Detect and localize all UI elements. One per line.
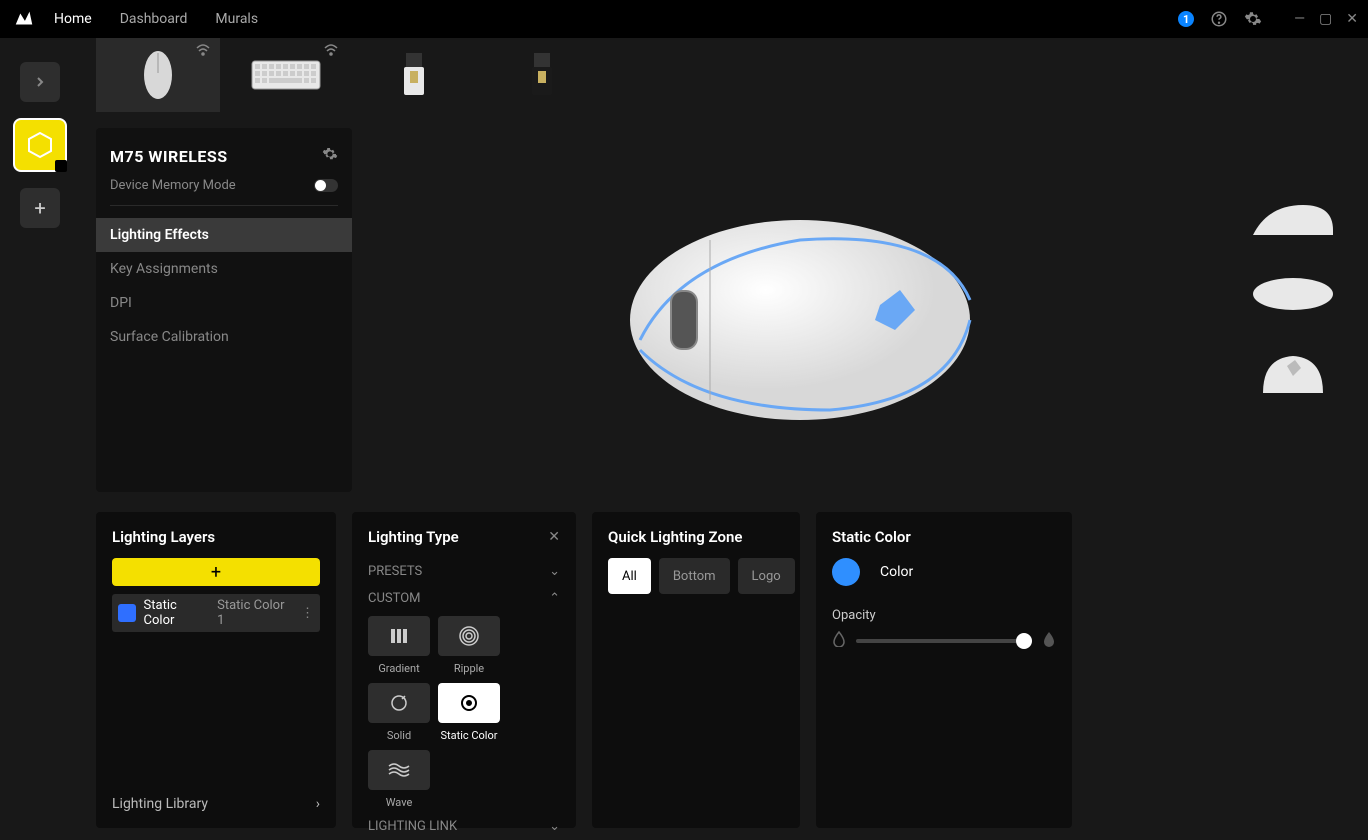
view-angle-rear[interactable] (1253, 348, 1333, 402)
custom-section[interactable]: CUSTOM ⌃ (368, 585, 560, 612)
type-static-color-label: Static Color (441, 729, 498, 742)
help-icon[interactable] (1210, 10, 1228, 28)
zone-logo[interactable]: Logo (738, 558, 795, 594)
type-gradient[interactable] (368, 616, 430, 656)
layer-item[interactable]: Static Color Static Color 1 ⋮ (112, 594, 320, 632)
memory-mode-toggle[interactable] (314, 179, 338, 192)
add-layer-button[interactable]: + (112, 558, 320, 586)
chevron-down-icon: ⌄ (549, 819, 560, 834)
section-dpi[interactable]: DPI (96, 286, 352, 320)
section-surface-calibration[interactable]: Surface Calibration (96, 320, 352, 354)
chevron-up-icon: ⌃ (549, 591, 560, 606)
view-angle-top[interactable] (1248, 274, 1338, 318)
type-solid-label: Solid (387, 729, 411, 742)
opacity-min-icon (832, 631, 846, 651)
chevron-down-icon: ⌄ (549, 564, 560, 579)
panel-title-layers: Lighting Layers (112, 528, 320, 546)
color-label: Color (880, 564, 913, 580)
opacity-max-icon (1042, 631, 1056, 651)
type-ripple[interactable] (438, 616, 500, 656)
nav-murals[interactable]: Murals (215, 11, 258, 27)
window-minimize[interactable]: — (1294, 11, 1305, 27)
panel-title-zone: Quick Lighting Zone (608, 528, 784, 546)
wifi-icon (324, 44, 338, 60)
zone-bottom[interactable]: Bottom (659, 558, 730, 594)
brand-logo (10, 5, 38, 33)
type-wave[interactable] (368, 750, 430, 790)
device-preview (420, 150, 1180, 490)
type-static-color[interactable] (438, 683, 500, 723)
color-swatch[interactable] (832, 558, 860, 586)
presets-section[interactable]: PRESETS ⌄ (368, 558, 560, 585)
nav-dashboard[interactable]: Dashboard (120, 11, 188, 27)
device-settings-icon[interactable] (322, 146, 338, 166)
settings-icon[interactable] (1244, 10, 1262, 28)
window-close[interactable]: ✕ (1346, 11, 1358, 27)
rail-collapse-button[interactable] (20, 62, 60, 102)
panel-title-lighting-type: Lighting Type (368, 528, 459, 546)
type-gradient-label: Gradient (378, 662, 419, 675)
view-angle-side[interactable] (1248, 200, 1338, 244)
section-lighting-effects[interactable]: Lighting Effects (96, 218, 352, 252)
layer-swatch (118, 604, 136, 622)
profile-slot-active[interactable] (13, 118, 67, 172)
nav-home[interactable]: Home (54, 11, 92, 27)
add-profile-button[interactable]: + (20, 188, 60, 228)
type-wave-label: Wave (386, 796, 413, 809)
panel-title-static-color: Static Color (832, 528, 1056, 546)
memory-mode-label: Device Memory Mode (110, 178, 236, 193)
opacity-label: Opacity (832, 608, 1056, 623)
section-key-assignments[interactable]: Key Assignments (96, 252, 352, 286)
zone-all[interactable]: All (608, 558, 651, 594)
notifications-icon[interactable]: 1 (1178, 11, 1194, 27)
lighting-link-section[interactable]: LIGHTING LINK ⌄ (368, 813, 560, 840)
layer-name: Static Color 1 (217, 598, 293, 628)
close-icon[interactable]: ✕ (548, 529, 560, 545)
wifi-icon (196, 44, 210, 60)
window-maximize[interactable]: ▢ (1319, 11, 1332, 27)
slider-thumb[interactable] (1016, 633, 1032, 649)
divider (110, 205, 338, 206)
opacity-slider[interactable] (856, 639, 1032, 643)
chevron-right-icon: › (316, 796, 320, 812)
layer-menu-icon[interactable]: ⋮ (301, 606, 314, 621)
type-solid[interactable] (368, 683, 430, 723)
lighting-library-link[interactable]: Lighting Library › (112, 796, 320, 812)
layer-type: Static Color (144, 598, 210, 628)
type-ripple-label: Ripple (454, 662, 484, 675)
device-mouse[interactable] (96, 38, 220, 112)
device-dongle-1[interactable] (352, 38, 476, 112)
device-dongle-2[interactable] (480, 38, 604, 112)
device-keyboard[interactable] (224, 38, 348, 112)
device-name: M75 WIRELESS (110, 147, 228, 166)
